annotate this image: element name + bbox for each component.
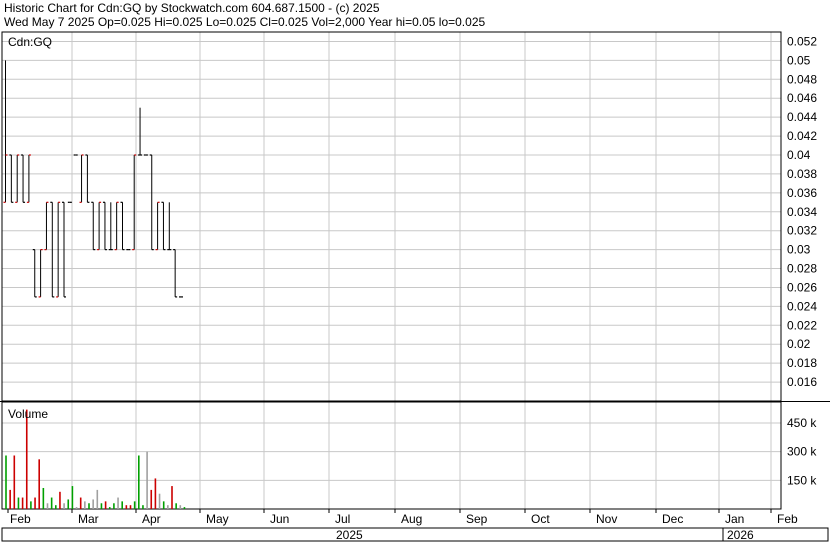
month-label: Feb bbox=[777, 512, 798, 526]
price-tick-label: 0.038 bbox=[787, 167, 817, 181]
volume-panel-title: Volume bbox=[8, 407, 48, 421]
volume-bars bbox=[5, 409, 186, 509]
month-label: Nov bbox=[596, 512, 617, 526]
price-panel-title: Cdn:GQ bbox=[8, 35, 52, 49]
year-band bbox=[1, 527, 829, 542]
price-tick-label: 0.018 bbox=[787, 356, 817, 370]
price-tick-label: 0.024 bbox=[787, 299, 817, 313]
month-label: Jun bbox=[270, 512, 289, 526]
price-tick-label: 0.042 bbox=[787, 129, 817, 143]
month-label: Jul bbox=[335, 512, 350, 526]
volume-tick-label: 300 k bbox=[787, 445, 817, 459]
price-tick-label: 0.032 bbox=[787, 224, 817, 238]
price-tick-label: 0.03 bbox=[787, 243, 811, 257]
price-tick-label: 0.034 bbox=[787, 205, 817, 219]
month-label: Oct bbox=[531, 512, 550, 526]
year-label: 2026 bbox=[727, 528, 754, 542]
price-tick-label: 0.048 bbox=[787, 72, 817, 86]
month-label: Aug bbox=[401, 512, 422, 526]
axis-labels: 0.052 0.05 0.048 0.046 0.044 0.042 0.04 0.038 0.… bbox=[10, 34, 817, 542]
volume-tick-label: 150 k bbox=[787, 473, 817, 487]
price-tick-label: 0.044 bbox=[787, 110, 817, 124]
price-tick-label: 0.02 bbox=[787, 337, 811, 351]
month-label: Feb bbox=[10, 512, 31, 526]
price-panel-border bbox=[1, 31, 782, 402]
chart-frame bbox=[0, 31, 830, 542]
volume-tick-label: 450 k bbox=[787, 416, 817, 430]
stock-chart: 0.052 0.05 0.048 0.046 0.044 0.042 0.04 0.038 0.… bbox=[0, 31, 830, 542]
month-label: May bbox=[206, 512, 229, 526]
price-tick-label: 0.016 bbox=[787, 375, 817, 389]
price-tick-label: 0.04 bbox=[787, 148, 811, 162]
price-tick-label: 0.046 bbox=[787, 91, 817, 105]
price-tick-label: 0.05 bbox=[787, 53, 811, 67]
price-tick-label: 0.052 bbox=[787, 34, 817, 48]
month-label: Apr bbox=[142, 512, 161, 526]
volume-panel-border bbox=[1, 401, 782, 510]
price-bars bbox=[3, 60, 183, 298]
year-label: 2025 bbox=[336, 528, 363, 542]
price-tick-label: 0.022 bbox=[787, 318, 817, 332]
month-label: Jan bbox=[725, 512, 744, 526]
price-tick-label: 0.036 bbox=[787, 186, 817, 200]
month-label: Dec bbox=[662, 512, 683, 526]
month-label: Mar bbox=[78, 512, 99, 526]
price-tick-label: 0.026 bbox=[787, 280, 817, 294]
price-tick-label: 0.028 bbox=[787, 262, 817, 276]
month-label: Sep bbox=[466, 512, 488, 526]
grid bbox=[2, 32, 781, 513]
